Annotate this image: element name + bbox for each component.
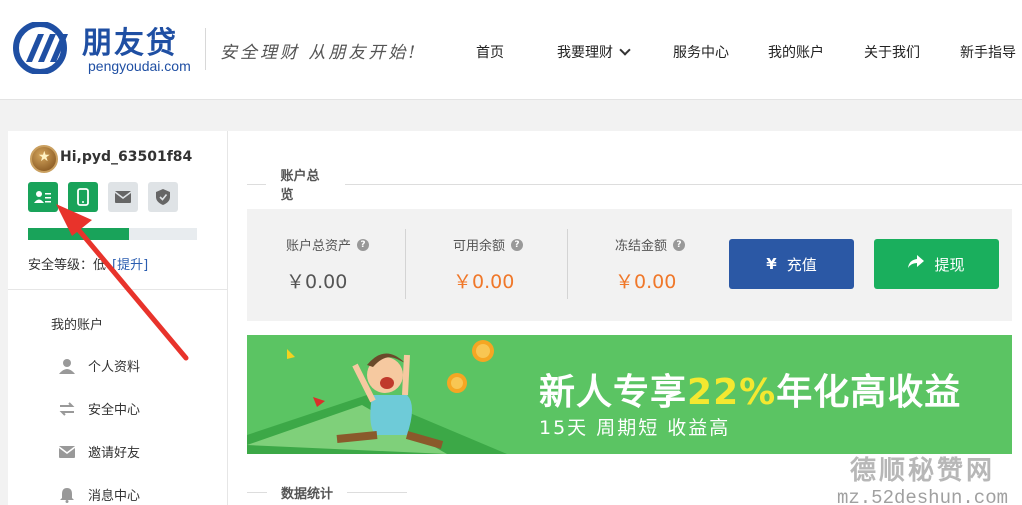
watermark-line1: 德顺秘赞网 bbox=[849, 456, 995, 486]
watermark-line2: mz.52deshun.com bbox=[836, 487, 1008, 505]
watermark: 德顺秘赞网 mz.52deshun.com bbox=[837, 450, 1008, 505]
annotation-arrow bbox=[56, 204, 189, 361]
